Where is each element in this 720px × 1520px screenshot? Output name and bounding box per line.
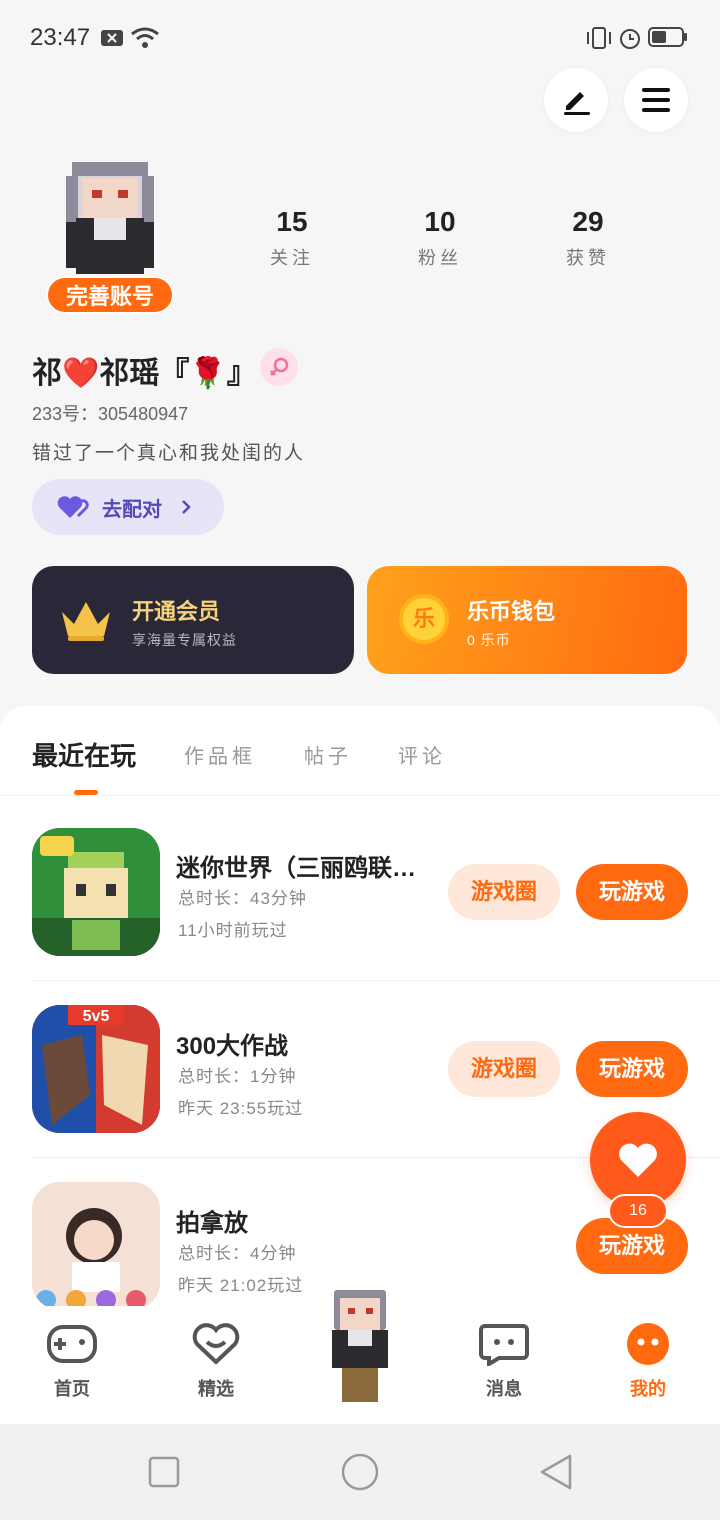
stat-likes-value: 29 [572, 206, 604, 237]
vibrate-icon [587, 27, 611, 49]
profile-face-icon [627, 1323, 669, 1365]
game-name-3: 拍拿放 [176, 1210, 248, 1237]
wifi-icon [131, 27, 159, 48]
vip-title: 开通会员 [132, 599, 221, 624]
game-name-1: 迷你世界（三丽鸥联… [176, 855, 416, 882]
stat-likes-label: 获赞 [566, 248, 610, 268]
system-nav-bar [0, 1424, 720, 1520]
stat-fans[interactable]: 10 粉丝 [385, 206, 495, 270]
row-divider [32, 980, 720, 981]
user-id: 233号：305480947 [32, 404, 189, 424]
gender-badge [260, 348, 298, 386]
menu-button[interactable] [624, 68, 688, 132]
heart-chat-icon [192, 1323, 240, 1365]
coin-icon: 乐 [399, 594, 449, 644]
message-icon [479, 1324, 529, 1368]
tab-works[interactable]: 作品框 [184, 740, 256, 769]
game-circle-button-2[interactable]: 游戏圈 [448, 1041, 560, 1097]
game-icon-mini-world[interactable] [32, 828, 160, 956]
nickname: 祁❤️祁瑶『🌹』 [32, 357, 257, 390]
stat-fans-value: 10 [424, 206, 456, 237]
nav-featured[interactable]: 精选 [166, 1322, 266, 1401]
mini-world-icon [32, 828, 160, 956]
nav-featured-label: 精选 [198, 1379, 234, 1399]
hamburger-menu-icon [642, 88, 670, 112]
battery-icon [648, 27, 687, 47]
tab-posts[interactable]: 帖子 [304, 740, 352, 769]
edit-profile-button[interactable] [544, 68, 608, 132]
game-300-icon: 5v5 [32, 1005, 160, 1133]
home-circle-icon[interactable] [340, 1452, 380, 1492]
female-icon [270, 357, 289, 376]
double-heart-icon [57, 496, 89, 518]
game-icon-painafang[interactable] [32, 1182, 160, 1310]
nav-avatar-center[interactable] [310, 1288, 410, 1411]
nav-messages-label: 消息 [486, 1379, 522, 1399]
gamepad-icon [47, 1325, 97, 1363]
game-icon-300[interactable]: 5v5 [32, 1005, 160, 1133]
pencil-icon [564, 92, 590, 115]
game-duration-2: 总时长：1分钟 [178, 1067, 297, 1086]
crown-icon [62, 602, 110, 641]
game-last-played-3: 昨天 21:02玩过 [178, 1276, 304, 1295]
game-painafang-icon [32, 1182, 160, 1310]
heart-count-badge: 16 [608, 1194, 668, 1228]
nav-me-label: 我的 [630, 1379, 666, 1399]
back-triangle-icon[interactable] [538, 1452, 574, 1492]
game-300-badge: 5v5 [83, 1008, 110, 1025]
pixel-avatar-icon [66, 162, 154, 274]
bio: 错过了一个真心和我处闺的人 [32, 443, 306, 464]
stat-fans-label: 粉丝 [418, 248, 462, 268]
game-duration-3: 总时长：4分钟 [178, 1244, 297, 1263]
nav-home[interactable]: 首页 [22, 1322, 122, 1401]
coin-title: 乐币钱包 [467, 599, 556, 624]
tab-comments[interactable]: 评论 [398, 740, 446, 769]
nav-me[interactable]: 我的 [598, 1322, 698, 1401]
play-button-1[interactable]: 玩游戏 [576, 864, 688, 920]
stat-likes[interactable]: 29 获赞 [533, 206, 643, 270]
heart-icon [619, 1143, 657, 1177]
match-button[interactable]: 去配对 [32, 479, 224, 535]
game-duration-1: 总时长：43分钟 [178, 889, 307, 908]
stat-following-value: 15 [276, 206, 308, 237]
nav-messages[interactable]: 消息 [454, 1322, 554, 1401]
center-avatar-icon [332, 1290, 388, 1402]
vip-card[interactable]: 开通会员 享海量专属权益 [32, 566, 354, 674]
stat-following-label: 关注 [270, 248, 314, 268]
coin-wallet-card[interactable]: 乐 乐币钱包 0 乐币 [367, 566, 687, 674]
game-last-played-2: 昨天 23:55玩过 [178, 1099, 304, 1118]
vip-subtitle: 享海量专属权益 [132, 632, 237, 648]
chevron-right-icon [182, 500, 191, 514]
alarm-icon [620, 29, 640, 49]
game-last-played-1: 11小时前玩过 [178, 921, 288, 940]
complete-account-badge[interactable]: 完善账号 [46, 276, 174, 314]
status-time: 23:47 [30, 24, 91, 51]
game-name-2: 300大作战 [176, 1033, 289, 1060]
stat-following[interactable]: 15 关注 [237, 206, 347, 270]
match-label: 去配对 [102, 498, 162, 521]
coin-subtitle: 0 乐币 [467, 632, 511, 648]
tab-recent[interactable]: 最近在玩 [32, 736, 136, 773]
game-circle-button-1[interactable]: 游戏圈 [448, 864, 560, 920]
play-button-2[interactable]: 玩游戏 [576, 1041, 688, 1097]
status-bar: 23:47 [0, 0, 720, 76]
notification-x-icon [101, 30, 123, 46]
nav-home-label: 首页 [54, 1379, 90, 1399]
tab-divider [0, 795, 720, 796]
recents-icon[interactable] [148, 1456, 180, 1488]
